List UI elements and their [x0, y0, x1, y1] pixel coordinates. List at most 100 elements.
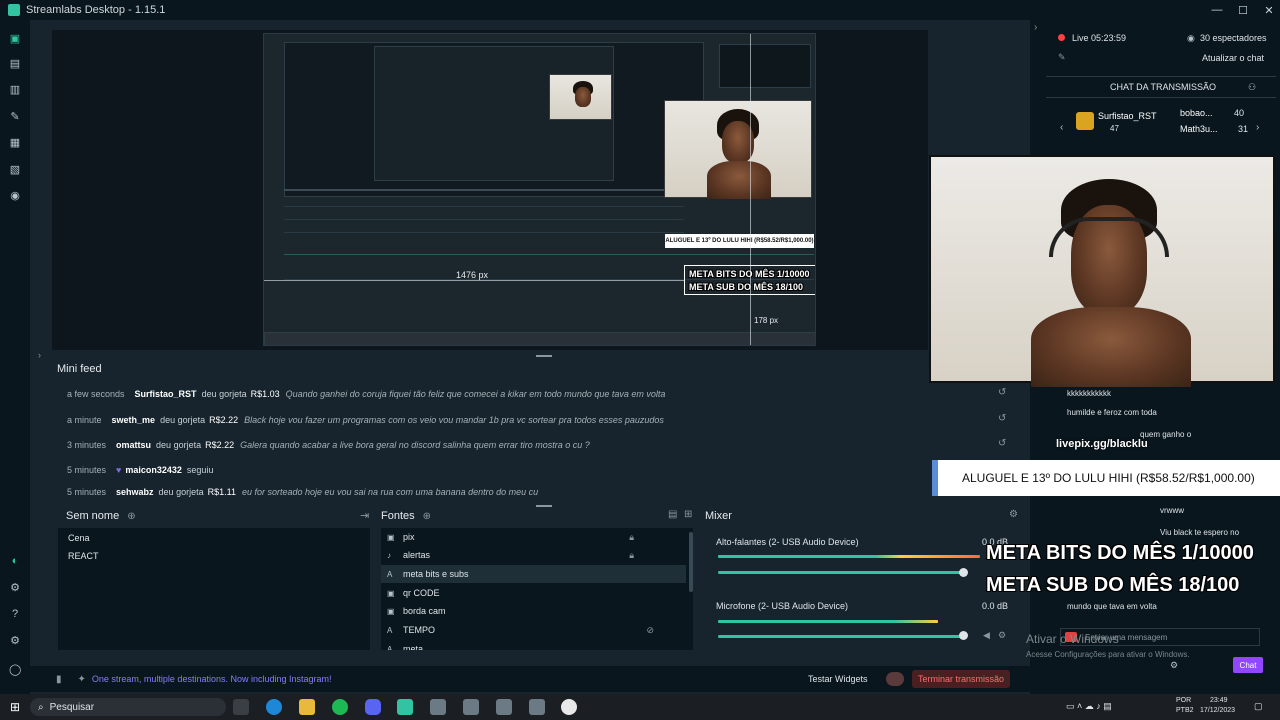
text-icon: A	[387, 625, 393, 635]
tray-icons[interactable]: ▭ ˄ ☁ ♪ ▤	[1066, 701, 1112, 712]
explorer-icon[interactable]	[299, 699, 315, 715]
divider	[284, 254, 814, 255]
viewer-count: 30 espectadores	[1200, 33, 1267, 43]
leader-name[interactable]: Surfistao_RST	[1098, 111, 1157, 121]
leader-name[interactable]: bobao...	[1180, 108, 1213, 118]
highlighter-icon[interactable]: ◉	[9, 190, 21, 202]
leader-name[interactable]: Math3u...	[1180, 124, 1218, 134]
apps-icon[interactable]: ▧	[9, 164, 21, 176]
speaker-icon[interactable]: ◀	[983, 630, 990, 641]
spotify-icon[interactable]	[332, 699, 348, 715]
keyboard-indicator[interactable]: PTB2	[1176, 707, 1194, 714]
maximize-button[interactable]: ☐	[1232, 0, 1254, 20]
source-item[interactable]: Ameta bits e subs	[381, 565, 686, 583]
expand-arrow-icon[interactable]: ›	[38, 350, 44, 360]
gear-icon[interactable]: ⚙	[998, 630, 1006, 641]
scene-item[interactable]: REACT	[68, 551, 99, 561]
media-player-icon[interactable]	[561, 699, 577, 715]
app-icon[interactable]	[463, 699, 479, 715]
windows-start-icon[interactable]: ⊞	[10, 700, 20, 714]
layout-icon[interactable]: ⚙	[9, 582, 21, 594]
source-item[interactable]: ♪ alertas 🔒︎	[381, 546, 686, 564]
prev-arrow-icon[interactable]: ‹	[1060, 122, 1063, 133]
bell-icon: ♪	[387, 550, 391, 560]
taskbar-search[interactable]: ⌕ Pesquisar	[30, 698, 226, 716]
next-arrow-icon[interactable]: ›	[1256, 122, 1259, 133]
app-icon[interactable]	[430, 699, 446, 715]
replay-icon[interactable]: ↺	[998, 413, 1008, 424]
refresh-chat-button[interactable]: Atualizar o chat	[1202, 53, 1264, 63]
streamlabs-icon[interactable]	[397, 699, 413, 715]
pencil-icon[interactable]: ✎	[1058, 52, 1066, 63]
source-item[interactable]: ▣ pix 🔒︎	[381, 528, 686, 546]
chat-tools-icon[interactable]: ⚙	[1170, 660, 1178, 671]
chat-message: humilde e feroz com toda	[1067, 408, 1157, 417]
library-icon[interactable]: ▥	[9, 84, 21, 96]
record-button[interactable]	[886, 672, 904, 686]
source-item[interactable]: Ameta	[381, 640, 686, 650]
mixer-settings-icon[interactable]: ⚙	[1009, 509, 1018, 520]
app-icon[interactable]	[496, 699, 512, 715]
end-stream-button[interactable]: Terminar transmissão	[912, 670, 1011, 688]
themes-icon[interactable]: ▤	[9, 58, 21, 70]
volume-knob[interactable]	[959, 568, 968, 577]
stream-preview[interactable]: ALUGUEL E 13º DO LULU HIHI (R$58.52/R$1,…	[263, 33, 816, 346]
clock-time[interactable]: 23:49	[1210, 697, 1228, 704]
scrollbar[interactable]	[689, 532, 693, 592]
help-icon[interactable]: ?	[9, 608, 21, 620]
language-indicator[interactable]: POR	[1176, 697, 1191, 704]
scene-collection-title[interactable]: Sem nome	[66, 510, 119, 522]
live-status: Live 05:23:59	[1072, 33, 1127, 43]
chat-title: CHAT DA TRANSMISSÃO	[1110, 82, 1217, 92]
clock-date[interactable]: 17/12/2023	[1200, 707, 1235, 714]
volume-slider[interactable]	[718, 635, 963, 638]
chat-message: vrwww	[1160, 506, 1184, 515]
title-bar: Streamlabs Desktop - 1.15.1 — ☐ ✕	[0, 0, 1280, 20]
scene-transition-icon[interactable]: ⇥	[360, 509, 369, 522]
notification-icon[interactable]: ▢	[1254, 701, 1263, 712]
scene-item[interactable]: Cena	[68, 533, 90, 543]
collapse-arrow-icon[interactable]: ›	[1034, 22, 1037, 33]
task-view-icon[interactable]	[233, 699, 249, 715]
resize-handle[interactable]	[536, 355, 552, 357]
minimize-button[interactable]: —	[1206, 0, 1228, 20]
store-icon[interactable]: ▦	[9, 137, 21, 149]
editor-icon[interactable]: ▣	[9, 33, 21, 45]
tools-icon[interactable]: ✎	[9, 111, 21, 123]
studio-mode-icon[interactable]: ◐	[9, 555, 21, 567]
meta-bits-overlay: META BITS DO MÊS 1/10000	[986, 542, 1254, 564]
lock-icon[interactable]: 🔒︎	[629, 532, 634, 543]
replay-icon[interactable]: ↺	[998, 438, 1008, 449]
promo-link[interactable]: One stream, multiple destinations. Now i…	[92, 674, 332, 684]
lock-icon[interactable]: 🔒︎	[629, 550, 634, 561]
text-icon: A	[387, 569, 393, 579]
folder-icon[interactable]: ▤	[668, 509, 677, 520]
windows-watermark-sub: Acesse Configurações para ativar o Windo…	[1026, 650, 1190, 659]
close-button[interactable]: ✕	[1258, 0, 1280, 20]
test-widgets-button[interactable]: Testar Widgets	[808, 674, 868, 684]
eye-icon[interactable]: ◉	[1187, 33, 1195, 44]
app-icon[interactable]	[529, 699, 545, 715]
hidden-eye-icon[interactable]: ⊘	[646, 625, 654, 636]
chat-send-button[interactable]: Chat	[1233, 657, 1263, 673]
volume-knob[interactable]	[959, 631, 968, 640]
text-icon: A	[387, 644, 393, 651]
discord-icon[interactable]	[365, 699, 381, 715]
add-source-icon[interactable]: ⊞	[684, 509, 692, 520]
nested-webcam	[549, 74, 612, 120]
volume-slider[interactable]	[718, 571, 963, 574]
people-icon[interactable]: ⚇	[1248, 82, 1256, 93]
account-icon[interactable]: ◯	[9, 664, 21, 676]
stats-icon[interactable]: ▮	[56, 674, 62, 685]
source-item[interactable]: A TEMPO ⊘	[381, 621, 686, 639]
resize-handle[interactable]	[536, 505, 552, 507]
help-circle-icon[interactable]: ⊕	[127, 511, 135, 522]
settings-icon[interactable]: ⚙	[9, 635, 21, 647]
scenes-header: Sem nome ⊕	[66, 508, 136, 524]
replay-icon[interactable]: ↺	[998, 387, 1008, 398]
source-item[interactable]: ▣ qr CODE	[381, 584, 686, 602]
edge-icon[interactable]	[266, 699, 282, 715]
source-item[interactable]: ▣ borda cam	[381, 602, 686, 620]
livepix-link: livepix.gg/blacklu	[1056, 438, 1148, 450]
help-circle-icon[interactable]: ⊕	[423, 511, 431, 522]
